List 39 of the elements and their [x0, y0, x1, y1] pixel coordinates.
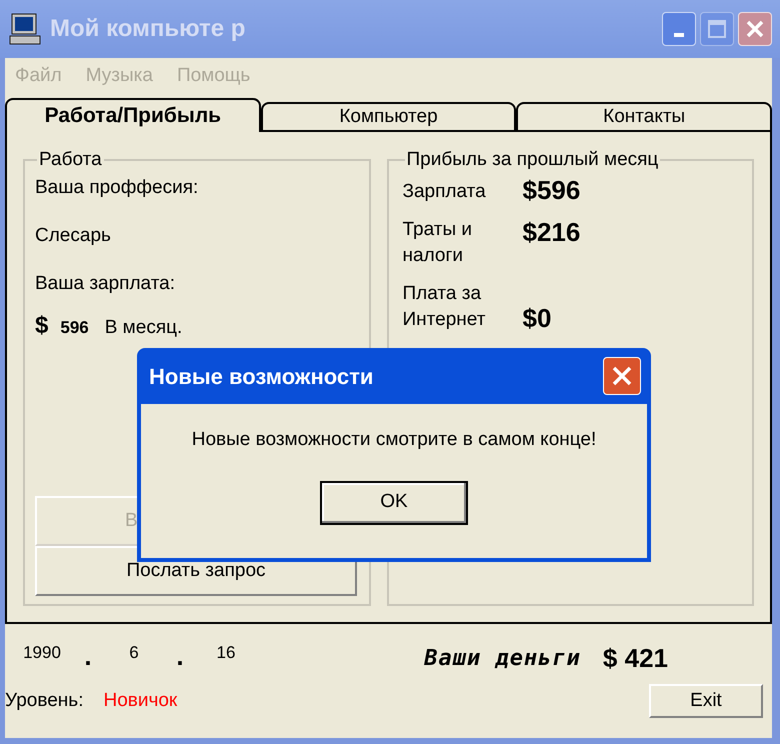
profession-value: Слесарь — [35, 224, 112, 248]
dialog-title: Новые возможности — [149, 362, 374, 390]
level-label: Уровень: — [5, 688, 84, 713]
salary-value: 596 — [60, 316, 89, 338]
close-button[interactable] — [603, 357, 641, 395]
level-value: Новичок — [103, 688, 178, 713]
profit-label: Плата за Интернет — [402, 282, 486, 332]
computer-icon — [8, 12, 42, 46]
currency-sign: $ — [35, 310, 48, 340]
money-value: $ 421 — [602, 642, 668, 674]
minimize-icon — [674, 33, 684, 37]
window-title: Мой компьюте р — [50, 14, 246, 44]
close-button[interactable] — [738, 12, 772, 46]
profit-value: $0 — [522, 302, 552, 332]
maximize-icon — [707, 19, 727, 39]
profit-label: Зарплата — [402, 180, 487, 204]
date-separator: . — [175, 640, 185, 673]
tab[interactable]: Работа/Прибыль — [5, 98, 261, 132]
date-separator: . — [83, 640, 93, 673]
date-part: 1990 — [22, 642, 62, 664]
profit-label: Траты и налоги — [402, 218, 474, 268]
date-part: 6 — [128, 642, 140, 664]
profit-value: $596 — [522, 174, 580, 204]
tab[interactable]: Контакты — [516, 102, 772, 132]
date-part: 16 — [216, 642, 236, 664]
close-icon — [745, 19, 765, 39]
group-title: Работа — [38, 148, 103, 172]
dialog-message: Новые возможности смотрите в самом конце! — [192, 428, 596, 452]
period-text: В месяц. — [104, 316, 182, 340]
money-label: Ваши деньги — [424, 644, 581, 672]
tab[interactable]: Компьютер — [260, 102, 516, 132]
minimize-button[interactable] — [662, 12, 696, 46]
ok-button[interactable]: OK — [320, 480, 468, 524]
close-icon — [611, 365, 633, 387]
profession-label: Ваша проффесия: — [35, 176, 200, 200]
group-title: Прибыль за прошлый месяц — [406, 148, 660, 172]
exit-button[interactable]: Exit — [649, 684, 763, 718]
profit-value: $216 — [522, 216, 580, 246]
salary-label: Ваша зарплата: — [35, 272, 176, 296]
